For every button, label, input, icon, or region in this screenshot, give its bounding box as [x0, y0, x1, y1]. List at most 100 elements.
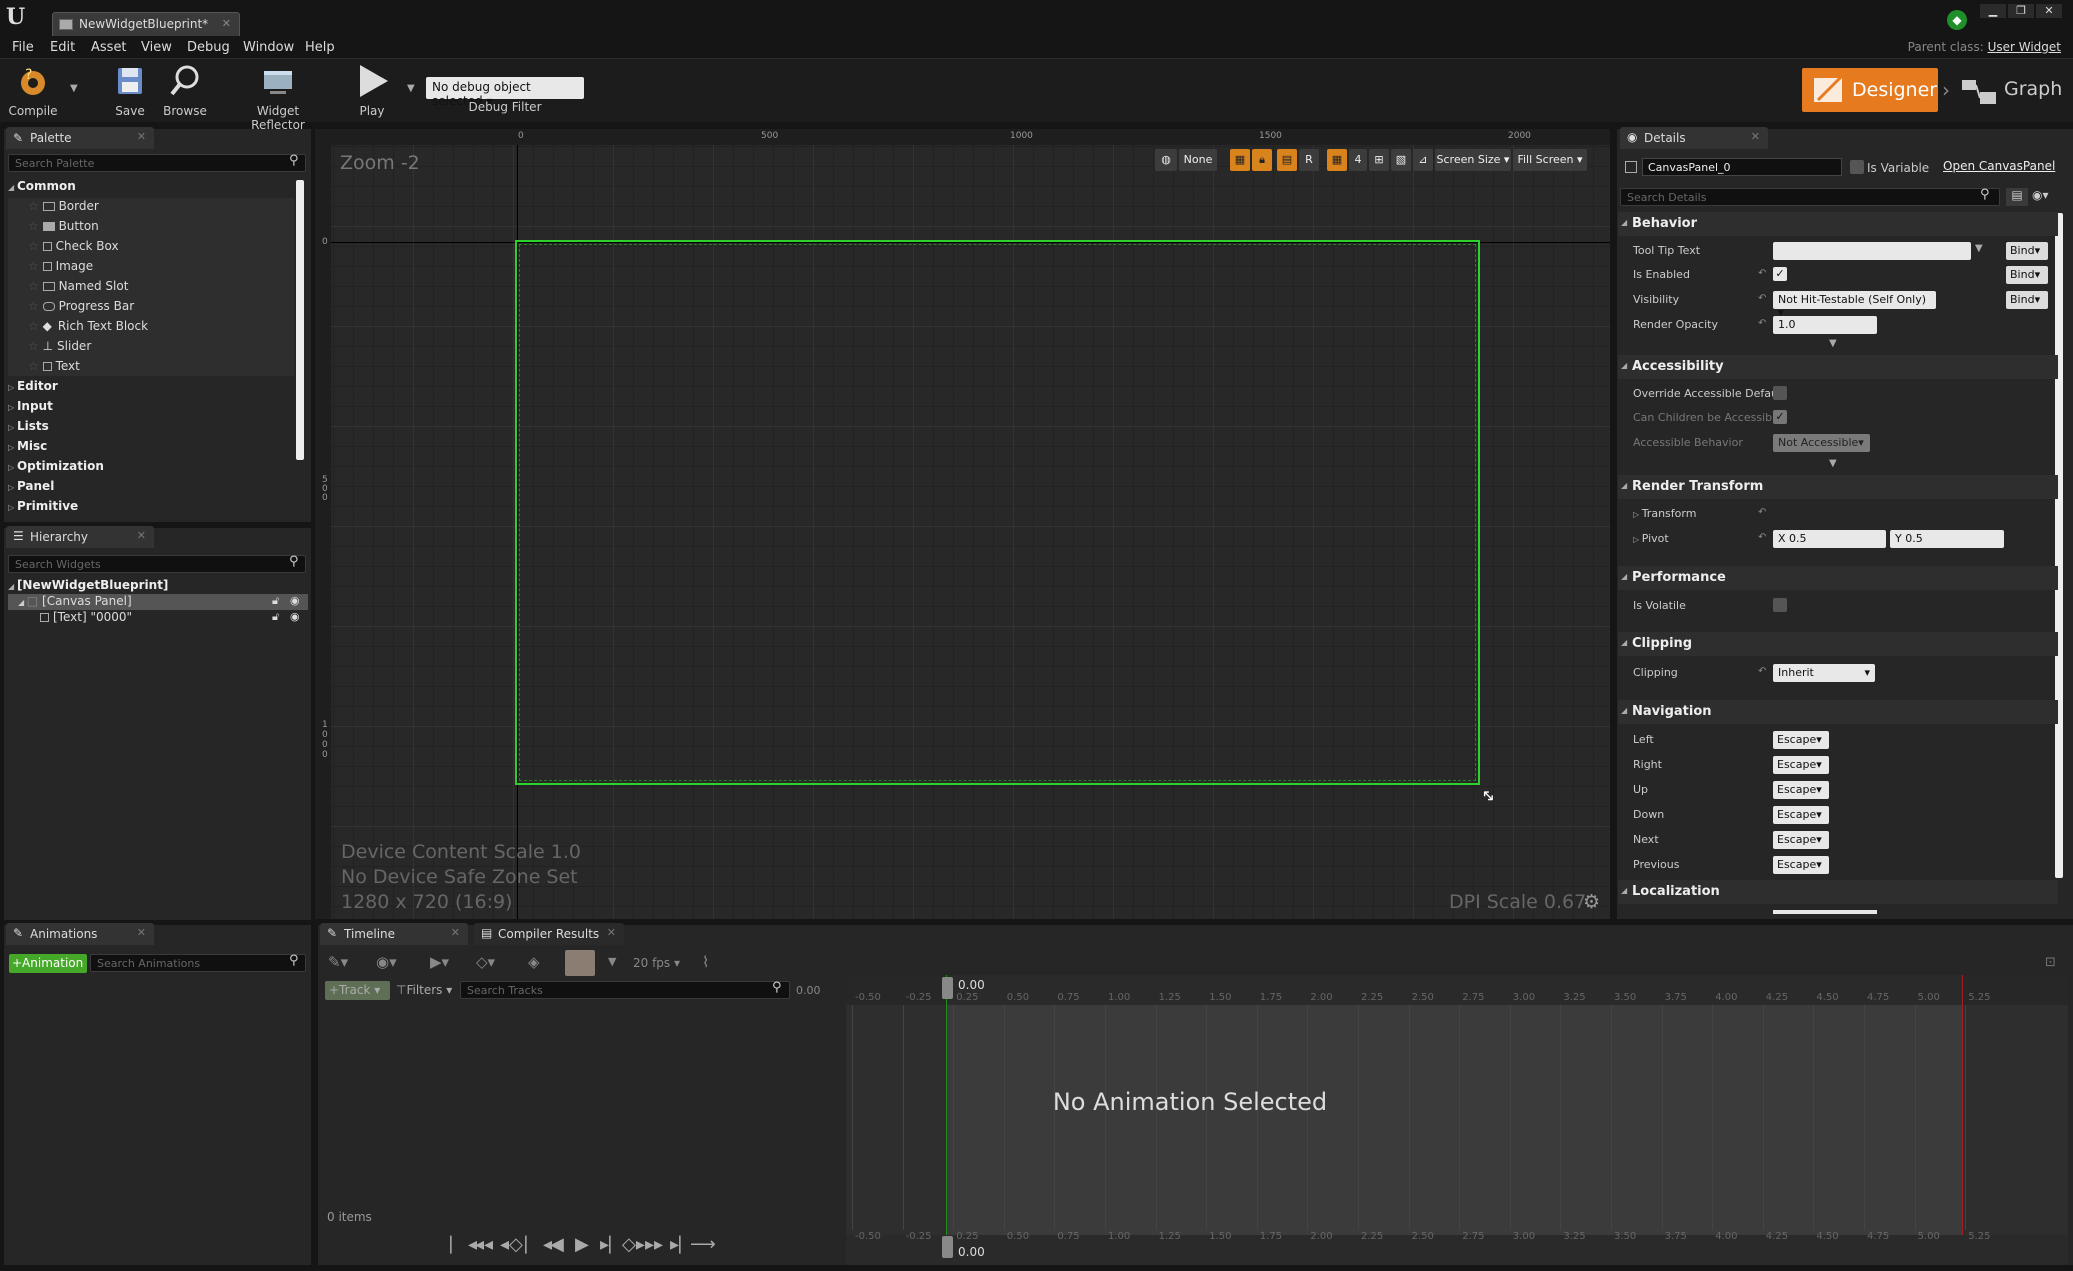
snap-toggle-icon[interactable]: [565, 950, 595, 976]
track-search-input[interactable]: Search Tracks: [460, 981, 790, 999]
view-eye-icon[interactable]: ◉▾: [376, 953, 397, 971]
respect-locks-toggle[interactable]: ▤: [1277, 149, 1297, 171]
menu-file[interactable]: File: [12, 40, 34, 55]
section-localization[interactable]: Localization: [1618, 880, 2058, 904]
palette-category-input[interactable]: ▷ Input: [8, 399, 53, 417]
is-enabled-checkbox[interactable]: ✓: [1773, 267, 1787, 281]
palette-item-text[interactable]: ☆ Text: [28, 359, 80, 377]
palette-item-named-slot[interactable]: ☆ Named Slot: [28, 279, 128, 297]
palette-item-progress-bar[interactable]: ☆ Progress Bar: [28, 299, 134, 317]
nav-up-select[interactable]: Escape▾: [1773, 781, 1829, 799]
palette-item-button[interactable]: ☆ Button: [28, 219, 99, 237]
section-clipping[interactable]: Clipping: [1618, 632, 2058, 656]
previous-key-icon[interactable]: ◂◇: [500, 1234, 523, 1255]
clipping-select[interactable]: Inherit ▾: [1773, 664, 1875, 682]
parent-class-link[interactable]: User Widget: [1988, 40, 2061, 54]
palette-category-primitive[interactable]: ▷ Primitive: [8, 499, 78, 517]
pivot-label[interactable]: ▷ Pivot: [1633, 532, 1669, 545]
timeline-tab[interactable]: ✎ Timeline ✕: [320, 923, 468, 945]
close-hierarchy-icon[interactable]: ✕: [137, 529, 146, 542]
play-button[interactable]: Play: [350, 63, 394, 118]
fps-dropdown[interactable]: 20 fps ▾: [633, 956, 680, 970]
debug-object-select[interactable]: No debug object selected ▾: [426, 77, 584, 108]
section-behavior[interactable]: Behavior: [1618, 212, 2058, 236]
jump-to-start-icon[interactable]: ⎸◂: [450, 1234, 477, 1255]
localization-preview-button[interactable]: None: [1179, 149, 1217, 171]
palette-item-image[interactable]: ☆ Image: [28, 259, 93, 277]
is-variable-checkbox[interactable]: [1850, 160, 1864, 174]
track-area[interactable]: [846, 975, 2068, 1265]
close-details-icon[interactable]: ✕: [1751, 130, 1760, 143]
designer-mode-button[interactable]: Designer: [1802, 68, 1938, 112]
compiler-results-tab[interactable]: ▤ Compiler Results ✕: [474, 923, 624, 945]
compile-options-chevron-icon[interactable]: ▼: [70, 83, 78, 94]
hierarchy-item-text[interactable]: [Text] "0000": [40, 610, 132, 628]
tooltip-text-input[interactable]: [1773, 242, 1971, 260]
close-animations-icon[interactable]: ✕: [137, 926, 146, 939]
nav-next-select[interactable]: Escape▾: [1773, 831, 1829, 849]
canvas-panel-bounds[interactable]: [515, 240, 1480, 785]
filters-dropdown[interactable]: ⊤Filters ▾: [396, 983, 452, 997]
play-reverse-icon[interactable]: ◀: [550, 1234, 564, 1255]
key-options-icon[interactable]: ◇▾: [476, 953, 495, 971]
palette-tab[interactable]: ✎ Palette ✕: [6, 127, 154, 149]
close-palette-icon[interactable]: ✕: [137, 130, 146, 143]
restore-button[interactable]: ❐: [2008, 4, 2034, 18]
section-render-transform[interactable]: Render Transform: [1618, 475, 2058, 499]
palette-category-common[interactable]: ◢ Common: [8, 179, 76, 197]
close-window-button[interactable]: ✕: [2036, 4, 2062, 18]
pivot-x-input[interactable]: X 0.5: [1773, 530, 1886, 548]
step-back-frame-icon[interactable]: ⎸◂: [525, 1234, 552, 1255]
palette-category-editor[interactable]: ▷ Editor: [8, 379, 58, 397]
behavior-advanced-chevron-icon[interactable]: ▼: [1829, 338, 1837, 349]
playhead-handle-bottom[interactable]: [942, 1236, 953, 1258]
animations-search-input[interactable]: Search Animations: [90, 954, 306, 972]
hierarchy-tab[interactable]: ☰ Hierarchy ✕: [6, 526, 154, 548]
hierarchy-search-input[interactable]: Search Widgets: [8, 555, 306, 573]
playback-options-icon[interactable]: ▶▾: [430, 953, 449, 971]
grid-snap-value[interactable]: 4: [1349, 149, 1367, 171]
reset-to-default-icon[interactable]: ↶: [1758, 268, 1766, 279]
palette-category-lists[interactable]: ▷ Lists: [8, 419, 49, 437]
is-enabled-bind-button[interactable]: Bind▾: [2006, 266, 2048, 284]
nav-previous-select[interactable]: Escape▾: [1773, 856, 1829, 874]
reset-to-default-icon[interactable]: ↶: [1758, 507, 1766, 518]
resize-mode-button[interactable]: R: [1299, 149, 1319, 171]
play-options-chevron-icon[interactable]: ▼: [407, 83, 415, 94]
menu-window[interactable]: Window: [243, 40, 294, 55]
snap-chevron-icon[interactable]: ▼: [608, 955, 616, 968]
curve-editor-icon[interactable]: ⌇: [702, 953, 709, 971]
localization-preview-icon[interactable]: ◍: [1155, 149, 1177, 171]
menu-help[interactable]: Help: [305, 40, 335, 55]
widget-reflector-button[interactable]: Widget Reflector: [230, 63, 326, 132]
browse-button[interactable]: Browse: [160, 63, 210, 118]
menu-debug[interactable]: Debug: [187, 40, 230, 55]
snap-grid-toggle[interactable]: ▦: [1230, 149, 1250, 171]
reset-to-default-icon[interactable]: ↶: [1758, 666, 1766, 677]
details-search-input[interactable]: Search Details: [1620, 188, 2000, 206]
visibility-bind-button[interactable]: Bind▾: [2006, 291, 2048, 309]
visibility-eye-icon[interactable]: ◉: [290, 594, 300, 607]
start-range-marker[interactable]: [946, 975, 947, 1265]
next-key-icon[interactable]: ◇▸: [622, 1234, 645, 1255]
wrench-icon[interactable]: ✎▾: [328, 953, 348, 971]
pivot-y-input[interactable]: Y 0.5: [1890, 530, 2004, 548]
auto-key-icon[interactable]: ◈: [528, 953, 540, 971]
open-canvaspanel-link[interactable]: Open CanvasPanel: [1943, 159, 2055, 173]
visibility-select[interactable]: Not Hit-Testable (Self Only) ▾: [1773, 291, 1936, 319]
step-forward-keyframe-icon[interactable]: ▸▸: [645, 1234, 663, 1255]
end-range-marker[interactable]: [1962, 975, 1963, 1265]
minimize-button[interactable]: ▁: [1980, 4, 2006, 18]
palette-item-rich-text-block[interactable]: ☆ ◆ Rich Text Block: [28, 319, 148, 337]
add-track-button[interactable]: +Track ▾: [325, 981, 390, 1000]
override-accessible-checkbox[interactable]: [1773, 386, 1787, 400]
outline-toggle-icon[interactable]: ⊞: [1369, 149, 1389, 171]
lock-icon[interactable]: 🔓︎: [272, 594, 279, 608]
palette-category-optimization[interactable]: ▷ Optimization: [8, 459, 104, 477]
section-navigation[interactable]: Navigation: [1618, 700, 2058, 724]
transform-label[interactable]: ▷ Transform: [1633, 507, 1696, 520]
animations-tab[interactable]: ✎ Animations ✕: [6, 923, 154, 945]
step-back-keyframe-icon[interactable]: ◂◂: [475, 1234, 493, 1255]
nav-down-select[interactable]: Escape▾: [1773, 806, 1829, 824]
palette-scrollbar[interactable]: [296, 180, 304, 460]
